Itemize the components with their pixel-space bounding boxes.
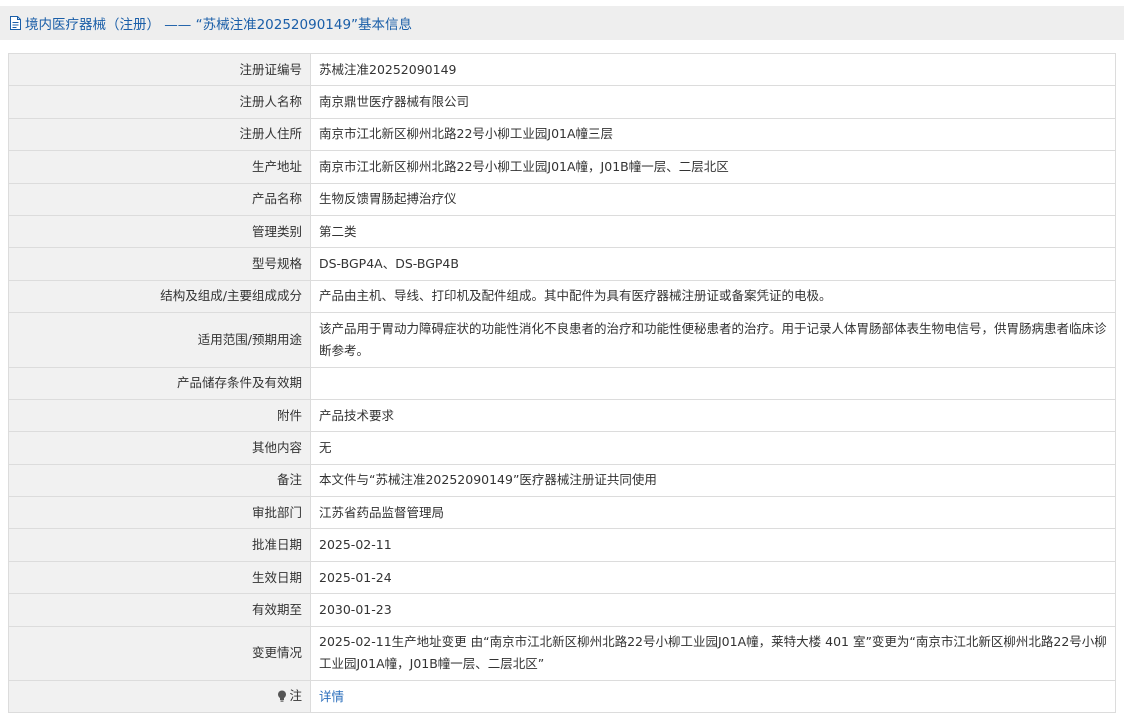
document-icon (10, 16, 21, 30)
row-label: 注册证编号 (8, 52, 311, 87)
row-value: 2025-02-11生产地址变更 由“南京市江北新区柳州北路22号小柳工业园J0… (310, 625, 1116, 682)
table-row: 生产地址 南京市江北新区柳州北路22号小柳工业园J01A幢，J01B幢一层、二层… (8, 150, 1116, 184)
row-label: 附件 (8, 398, 311, 433)
row-value: 2025-01-24 (310, 560, 1116, 595)
table-row: 生效日期 2025-01-24 (8, 560, 1116, 595)
row-value: 产品由主机、导线、打印机及配件组成。其中配件为具有医疗器械注册证或备案凭证的电极… (310, 279, 1116, 314)
table-row: 产品储存条件及有效期 (8, 366, 1116, 400)
page-header: 境内医疗器械（注册） —— “苏械注准20252090149”基本信息 (0, 6, 1124, 40)
table-row: 管理类别 第二类 (8, 214, 1116, 249)
detail-link[interactable]: 详情 (319, 689, 344, 704)
table-row: 审批部门 江苏省药品监督管理局 (8, 496, 1116, 530)
row-value: 南京市江北新区柳州北路22号小柳工业园J01A幢三层 (310, 117, 1116, 152)
table-row: 适用范围/预期用途 该产品用于胃动力障碍症状的功能性消化不良患者的治疗和功能性便… (8, 312, 1116, 368)
row-label: 备注 (8, 463, 311, 498)
row-value: 无 (310, 431, 1116, 465)
row-label: 产品储存条件及有效期 (8, 366, 311, 400)
table-row: 注册人名称 南京鼎世医疗器械有限公司 (8, 85, 1116, 119)
row-value: DS-BGP4A、DS-BGP4B (310, 247, 1116, 281)
row-value: 第二类 (310, 214, 1116, 249)
row-label: 型号规格 (8, 247, 311, 281)
row-label: 变更情况 (8, 625, 311, 682)
row-label: 适用范围/预期用途 (8, 312, 311, 368)
row-label: 结构及组成/主要组成成分 (8, 279, 311, 314)
row-value: 南京市江北新区柳州北路22号小柳工业园J01A幢，J01B幢一层、二层北区 (310, 150, 1116, 184)
row-label: 注册人住所 (8, 117, 311, 152)
row-value: 苏械注准20252090149 (310, 52, 1116, 87)
table-row: 附件 产品技术要求 (8, 398, 1116, 433)
row-label: 有效期至 (8, 593, 311, 627)
row-value: 生物反馈胃肠起搏治疗仪 (310, 182, 1116, 216)
row-value: 2025-02-11 (310, 528, 1116, 562)
table-row: 备注 本文件与“苏械注准20252090149”医疗器械注册证共同使用 (8, 463, 1116, 498)
table-row: 产品名称 生物反馈胃肠起搏治疗仪 (8, 182, 1116, 216)
table-row: 有效期至 2030-01-23 (8, 593, 1116, 627)
row-value: 本文件与“苏械注准20252090149”医疗器械注册证共同使用 (310, 463, 1116, 498)
table-row: 批准日期 2025-02-11 (8, 528, 1116, 562)
row-value (310, 366, 1116, 400)
row-label: 生效日期 (8, 560, 311, 595)
table-row: 变更情况 2025-02-11生产地址变更 由“南京市江北新区柳州北路22号小柳… (8, 625, 1116, 682)
note-label-cell: 注 (8, 680, 311, 714)
table-row: 注册证编号 苏械注准20252090149 (8, 52, 1116, 87)
lightbulb-icon (278, 690, 287, 702)
note-value: 详情 (310, 680, 1116, 714)
row-label: 审批部门 (8, 496, 311, 530)
table-row: 型号规格 DS-BGP4A、DS-BGP4B (8, 247, 1116, 281)
row-value: 该产品用于胃动力障碍症状的功能性消化不良患者的治疗和功能性便秘患者的治疗。用于记… (310, 312, 1116, 368)
row-value: 江苏省药品监督管理局 (310, 496, 1116, 530)
note-label-text: 注 (289, 687, 302, 703)
row-label: 注册人名称 (8, 85, 311, 119)
table-row: 其他内容 无 (8, 431, 1116, 465)
note-row: 注 详情 (8, 680, 1116, 714)
row-label: 生产地址 (8, 150, 311, 184)
table-row: 结构及组成/主要组成成分 产品由主机、导线、打印机及配件组成。其中配件为具有医疗… (8, 279, 1116, 314)
note-label: 注 (277, 685, 302, 707)
info-table: 注册证编号 苏械注准20252090149 注册人名称 南京鼎世医疗器械有限公司… (8, 52, 1116, 714)
row-value: 产品技术要求 (310, 398, 1116, 433)
row-label: 其他内容 (8, 431, 311, 465)
row-value: 南京鼎世医疗器械有限公司 (310, 85, 1116, 119)
row-label: 产品名称 (8, 182, 311, 216)
row-label: 批准日期 (8, 528, 311, 562)
page-title: 境内医疗器械（注册） —— “苏械注准20252090149”基本信息 (25, 17, 413, 33)
table-row: 注册人住所 南京市江北新区柳州北路22号小柳工业园J01A幢三层 (8, 117, 1116, 152)
row-label: 管理类别 (8, 214, 311, 249)
row-value: 2030-01-23 (310, 593, 1116, 627)
